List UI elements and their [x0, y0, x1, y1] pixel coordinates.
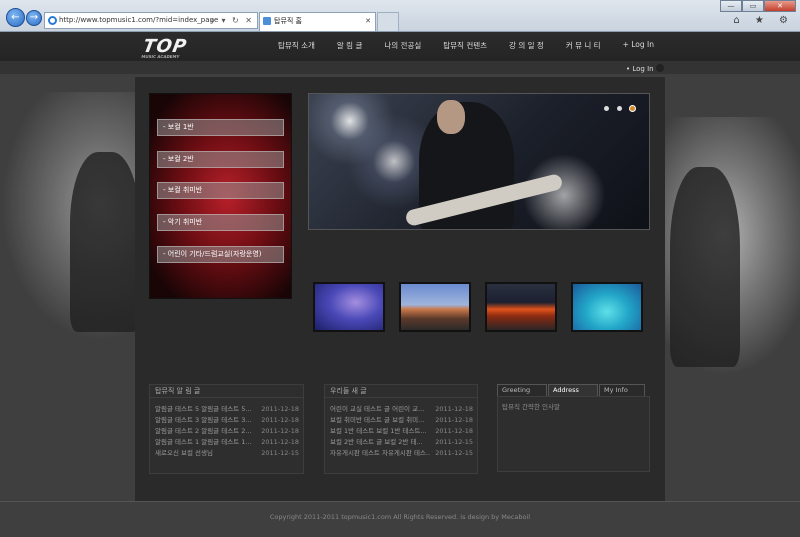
list-item[interactable]: 알림글 테스트 3 알림글 테스트 3... 2011-12-18 [150, 415, 303, 426]
menu-schedule[interactable]: 강 의 일 정 [509, 40, 544, 51]
maximize-button[interactable]: ▭ [742, 0, 764, 12]
info-tab-content: 탑뮤직 간략한 인사말 [497, 396, 650, 472]
info-tabs-box: Greeting Address My Info 탑뮤직 간략한 인사말 [497, 384, 650, 474]
list-item[interactable]: 자유게시판 테스트 자유게시판 테스... 2011-12-15 [325, 448, 477, 459]
menu-notice[interactable]: 알 림 글 [337, 40, 362, 51]
notice-board: 탑뮤직 알 림 글 알림글 테스트 5 알림글 테스트 5... 2011-12-… [149, 384, 304, 474]
website: TOP MUSIC ACADEMY 탑뮤직 소개 알 림 글 나의 전공실 탑뮤… [0, 32, 800, 537]
list-item[interactable]: 보컬 취미반 테스트 글 보컬 취미... 2011-12-18 [325, 415, 477, 426]
thumbnail-lightning[interactable] [313, 282, 385, 332]
forward-button[interactable]: → [26, 10, 42, 26]
thumbnail-volcano[interactable] [399, 282, 471, 332]
close-tab-icon[interactable]: ✕ [365, 13, 371, 30]
browser-tab[interactable]: 탑뮤직 홈 ✕ [259, 12, 376, 31]
minimize-button[interactable]: — [720, 0, 742, 12]
main-menu: 탑뮤직 소개 알 림 글 나의 전공실 탑뮤직 컨텐츠 강 의 일 정 커 뮤 … [278, 40, 676, 51]
new-posts-board-title: 우리들 새 글 [325, 385, 477, 398]
menu-about[interactable]: 탑뮤직 소개 [278, 40, 315, 51]
thumbnail-lava[interactable] [485, 282, 557, 332]
tab-title: 탑뮤직 홈 [274, 17, 302, 25]
menu-my-room[interactable]: 나의 전공실 [384, 40, 421, 51]
hero-banner[interactable] [308, 93, 650, 230]
new-posts-board: 우리들 새 글 어린이 교실 테스트 글 어린이 교... 2011-12-18 … [324, 384, 478, 474]
list-item[interactable]: 알림글 테스트 2 알림글 테스트 2... 2011-12-18 [150, 426, 303, 437]
info-tab-strip: Greeting Address My Info [497, 384, 650, 396]
address-tools-icons[interactable]: ⌕ ▾ ↻ ✕ [210, 13, 254, 28]
thumbnail-lagoon[interactable] [571, 282, 643, 332]
ie-icon [48, 16, 57, 25]
login-link[interactable]: • Log In [626, 64, 664, 73]
slider-dot-1[interactable] [604, 106, 609, 111]
browser-chrome: ← → http://www.topmusic1.com/?mid=index_… [0, 0, 800, 32]
menu-login[interactable]: + Log In [623, 40, 654, 51]
tab-my-info[interactable]: My Info [599, 384, 645, 396]
lesson-vocal-2[interactable]: - 보컬 2반 [157, 151, 284, 168]
slider-dots [596, 106, 635, 111]
menu-contents[interactable]: 탑뮤직 컨텐츠 [443, 40, 487, 51]
page-icon [263, 17, 271, 25]
copyright-text: Copyright 2011-2011 topmusic1.com All Ri… [269, 513, 531, 521]
lesson-panel: - 보컬 1반 - 보컬 2반 - 보컬 취미반 - 악기 취미반 - 어린이 … [149, 93, 292, 299]
browser-tools-icons[interactable]: ⌂ ★ ⚙ [733, 15, 794, 26]
footer-divider [0, 501, 800, 502]
slider-dot-3[interactable] [630, 106, 635, 111]
address-bar[interactable]: http://www.topmusic1.com/?mid=index_page… [44, 12, 258, 29]
tab-address[interactable]: Address [548, 384, 598, 396]
new-tab-button[interactable] [377, 12, 399, 31]
back-button[interactable]: ← [6, 8, 25, 27]
login-link-text: • Log In [626, 65, 654, 73]
lesson-instrument-hobby[interactable]: - 악기 취미반 [157, 214, 284, 231]
lesson-kids-guitar-drum[interactable]: - 어린이 기타/드럼교실(자랑운영) [157, 246, 284, 263]
slider-dot-2[interactable] [617, 106, 622, 111]
address-text: http://www.topmusic1.com/?mid=index_page [59, 16, 219, 24]
list-item[interactable]: 보컬 1반 테스트 보컬 1반 테스트... 2011-12-18 [325, 426, 477, 437]
list-item[interactable]: 새로오신 보컬 선생님 2011-12-15 [150, 448, 303, 459]
close-window-button[interactable]: ✕ [764, 0, 796, 12]
menu-community[interactable]: 커 뮤 니 티 [566, 40, 601, 51]
list-item[interactable]: 보컬 2반 테스트 글 보컬 2반 테... 2011-12-15 [325, 437, 477, 448]
window-controls: — ▭ ✕ [720, 0, 796, 12]
notice-board-title: 탑뮤직 알 림 글 [150, 385, 303, 398]
lesson-vocal-hobby[interactable]: - 보컬 취미반 [157, 182, 284, 199]
lesson-vocal-1[interactable]: - 보컬 1반 [157, 119, 284, 136]
list-item[interactable]: 어린이 교실 테스트 글 어린이 교... 2011-12-18 [325, 404, 477, 415]
main-content: - 보컬 1반 - 보컬 2반 - 보컬 취미반 - 악기 취미반 - 어린이 … [135, 77, 665, 501]
site-header: TOP MUSIC ACADEMY 탑뮤직 소개 알 림 글 나의 전공실 탑뮤… [0, 32, 800, 61]
logo-subtext: MUSIC ACADEMY [140, 54, 180, 59]
hero-performer-head [437, 100, 465, 134]
list-item[interactable]: 알림글 테스트 1 알림글 테스트 1... 2011-12-18 [150, 437, 303, 448]
sub-header [0, 61, 800, 74]
site-logo[interactable]: TOP MUSIC ACADEMY [141, 36, 189, 59]
tab-greeting[interactable]: Greeting [497, 384, 547, 396]
greeting-text: 탑뮤직 간략한 인사말 [502, 403, 560, 411]
list-item[interactable]: 알림글 테스트 5 알림글 테스트 5... 2011-12-18 [150, 404, 303, 415]
chevron-down-icon [655, 64, 664, 72]
